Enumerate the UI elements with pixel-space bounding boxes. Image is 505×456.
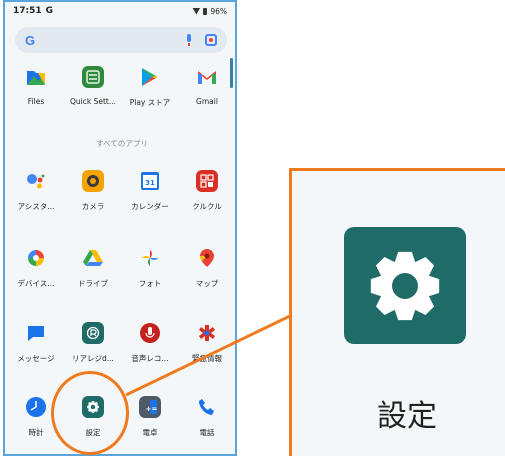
quick-settings-icon	[82, 66, 104, 88]
app-emergency[interactable]: 緊急情報	[178, 322, 235, 364]
phone-icon	[196, 396, 218, 418]
app-label: Files	[27, 97, 45, 106]
app-label: アシスタ...	[17, 202, 55, 211]
camera-icon	[82, 170, 104, 192]
files-icon	[25, 66, 47, 88]
app-label: 電話	[199, 428, 215, 437]
app-photos[interactable]: フォト	[121, 247, 179, 289]
app-label: カメラ	[81, 202, 105, 211]
register-icon	[82, 322, 104, 344]
settings-zoom-callout: 設定	[289, 168, 505, 456]
recorder-icon	[139, 322, 161, 344]
app-label: マップ	[195, 279, 219, 288]
qr-icon	[196, 170, 218, 192]
app-calendar[interactable]: 31 カレンダー	[121, 170, 179, 212]
google-status-icon: G	[45, 6, 54, 16]
app-label: クルクル	[192, 202, 222, 211]
app-phone[interactable]: 電話	[178, 396, 235, 438]
app-files[interactable]: Files	[7, 66, 65, 106]
drive-icon	[82, 247, 104, 269]
photos-icon	[139, 247, 161, 269]
battery-icon	[203, 7, 208, 15]
app-label: Gmail	[196, 97, 218, 106]
app-kurukuru[interactable]: クルクル	[178, 170, 235, 212]
svg-text:=: =	[152, 405, 158, 413]
app-device[interactable]: デバイス...	[7, 247, 65, 289]
emergency-icon	[196, 322, 218, 344]
app-play-store[interactable]: Play ストア	[121, 66, 179, 108]
app-recorder[interactable]: 音声レコ...	[121, 322, 179, 364]
app-drive[interactable]: ドライブ	[64, 247, 122, 289]
device-icon	[25, 247, 47, 269]
all-apps-heading: すべてのアプリ	[96, 139, 148, 148]
maps-icon	[196, 247, 218, 269]
settings-gear-icon	[344, 227, 466, 344]
gmail-icon	[196, 66, 218, 88]
app-label: 電卓	[142, 428, 158, 437]
app-label: リアレジd...	[72, 354, 114, 363]
app-label: デバイス...	[17, 279, 55, 288]
app-label: 緊急情報	[192, 354, 222, 363]
svg-text:31: 31	[145, 179, 155, 187]
app-label: ドライブ	[78, 279, 108, 288]
assistant-icon	[25, 170, 47, 192]
wifi-icon	[192, 7, 201, 15]
lens-icon[interactable]	[205, 34, 217, 46]
app-maps[interactable]: マップ	[178, 247, 235, 289]
app-label: 音声レコ...	[131, 354, 169, 363]
clock-icon	[25, 396, 47, 418]
status-bar: 17:51 G 96%	[5, 2, 235, 20]
battery-percent: 96%	[210, 6, 227, 16]
google-search-bar[interactable]: G	[15, 27, 227, 53]
messages-icon	[25, 322, 47, 344]
app-messages[interactable]: メッセージ	[7, 322, 65, 364]
mic-icon[interactable]	[185, 34, 193, 46]
app-register[interactable]: リアレジd...	[64, 322, 122, 364]
app-label: メッセージ	[17, 354, 55, 363]
status-time: 17:51	[13, 6, 42, 16]
play-store-icon	[139, 66, 161, 88]
app-calculator[interactable]: + = 電卓	[121, 396, 179, 438]
app-gmail[interactable]: Gmail	[178, 66, 235, 106]
calendar-icon: 31	[139, 170, 161, 192]
settings-zoom-label: 設定	[377, 399, 437, 434]
calculator-icon: + =	[139, 396, 161, 418]
app-camera[interactable]: カメラ	[64, 170, 122, 212]
settings-highlight-circle	[51, 371, 129, 455]
app-label: Quick Sett...	[70, 97, 116, 106]
app-label: フォト	[138, 279, 162, 288]
app-label: Play ストア	[129, 98, 171, 107]
app-assistant[interactable]: アシスタ...	[7, 170, 65, 212]
google-logo-icon: G	[25, 32, 36, 48]
app-quick-settings[interactable]: Quick Sett...	[64, 66, 122, 106]
app-label: カレンダー	[131, 202, 169, 211]
